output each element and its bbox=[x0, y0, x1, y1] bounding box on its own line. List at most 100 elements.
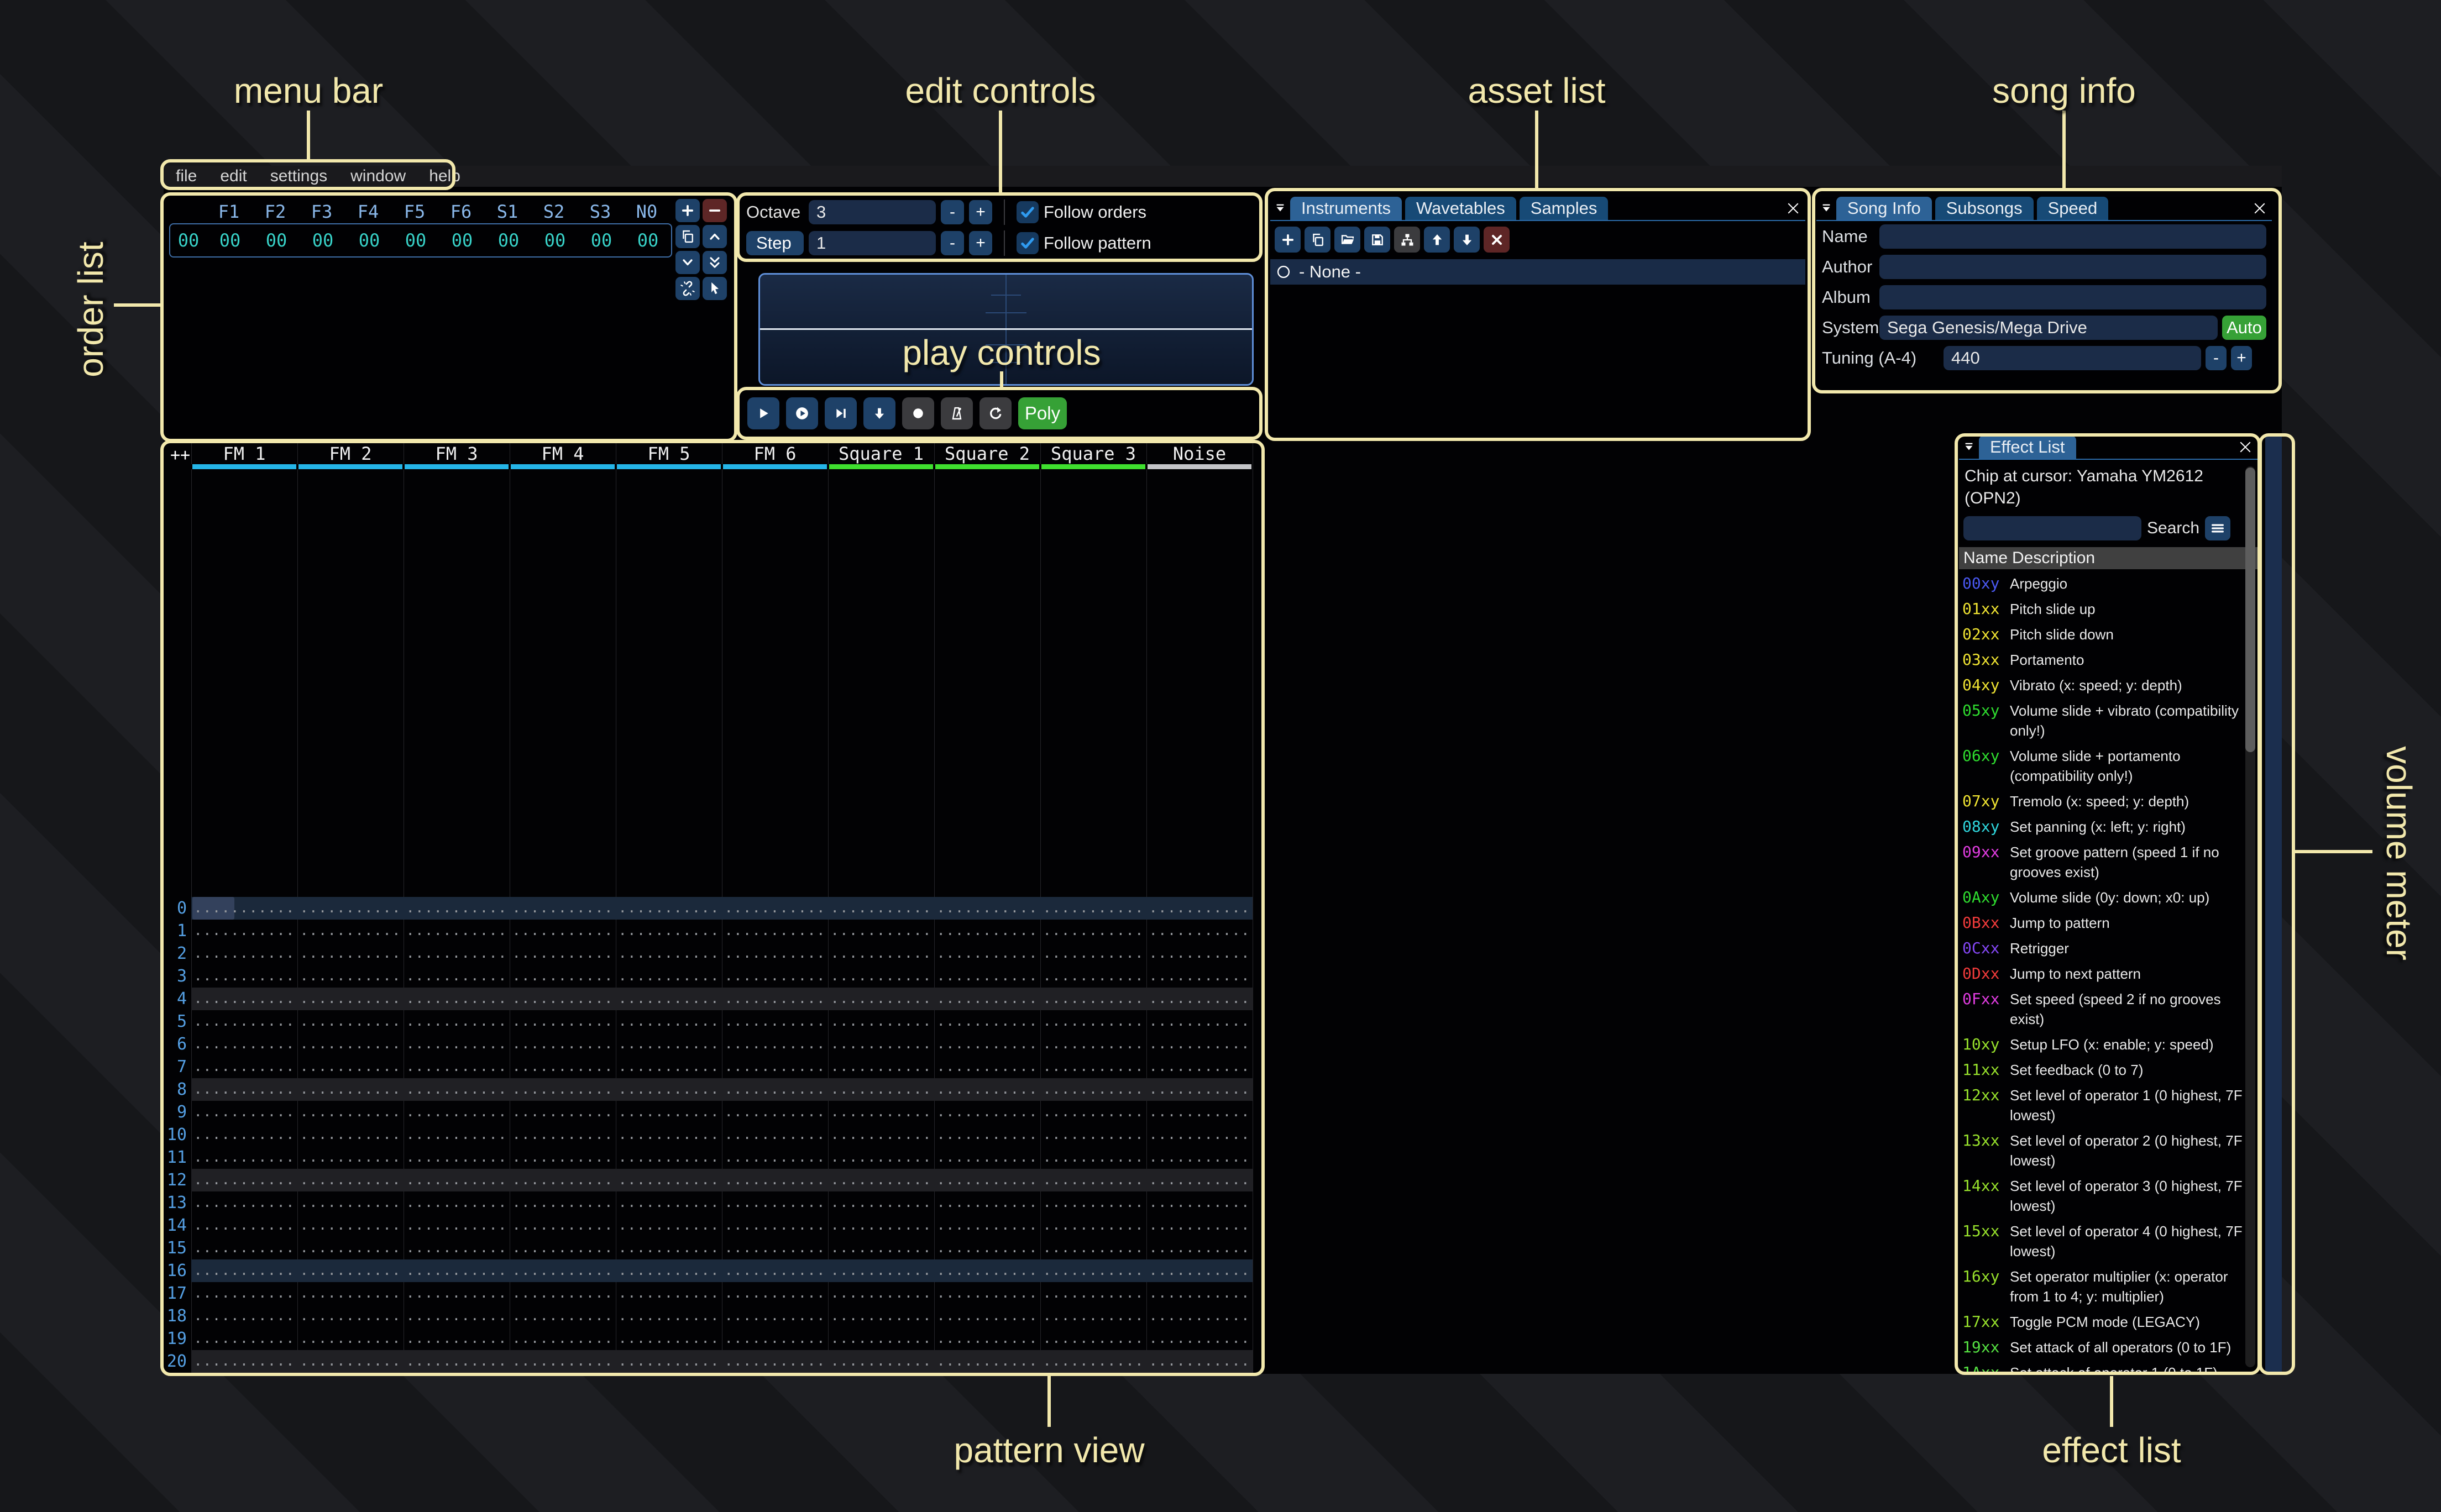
pattern-cell[interactable]: ........... bbox=[616, 1237, 722, 1259]
collapse-window-icon[interactable] bbox=[1270, 197, 1290, 220]
pattern-cell[interactable]: ........... bbox=[191, 1350, 297, 1373]
order-cell[interactable]: 00 bbox=[346, 230, 392, 251]
tab-song-info[interactable]: Song Info bbox=[1836, 197, 1932, 220]
pattern-row[interactable]: 9.......................................… bbox=[166, 1101, 1253, 1124]
pattern-cell[interactable]: ........... bbox=[1146, 1373, 1253, 1374]
pattern-cell[interactable]: ........... bbox=[722, 1350, 828, 1373]
pattern-cell[interactable]: ........... bbox=[828, 1124, 934, 1146]
octave-input[interactable]: 3 bbox=[809, 200, 936, 224]
pattern-cell[interactable]: ........... bbox=[828, 1327, 934, 1350]
add-asset-button[interactable] bbox=[1275, 227, 1301, 253]
pattern-cell[interactable]: ........... bbox=[191, 1327, 297, 1350]
pattern-cell[interactable]: ........... bbox=[1146, 1124, 1253, 1146]
pattern-cell[interactable]: ........... bbox=[191, 1033, 297, 1056]
order-cell[interactable]: 00 bbox=[485, 230, 532, 251]
pattern-cell[interactable]: ........... bbox=[191, 1078, 297, 1101]
octave-increase-button[interactable]: + bbox=[969, 200, 992, 224]
pattern-cell[interactable]: ........... bbox=[722, 1327, 828, 1350]
pattern-cell[interactable]: ........... bbox=[297, 1305, 404, 1327]
channel-header-fm-3[interactable]: FM 3 bbox=[404, 443, 510, 464]
collapse-window-icon[interactable] bbox=[1816, 197, 1836, 220]
pattern-cell[interactable]: ........... bbox=[934, 1056, 1040, 1078]
pattern-cell[interactable]: ........... bbox=[1146, 1282, 1253, 1305]
pattern-row[interactable]: 18......................................… bbox=[166, 1305, 1253, 1327]
tuning-input[interactable]: 440 bbox=[1944, 346, 2201, 370]
auto-system-button[interactable]: Auto bbox=[2222, 316, 2266, 340]
pattern-cell[interactable]: ........... bbox=[191, 1101, 297, 1124]
pattern-cell[interactable]: ........... bbox=[510, 965, 616, 988]
pattern-cell[interactable]: ........... bbox=[828, 1191, 934, 1214]
step-decrease-button[interactable]: - bbox=[941, 231, 964, 255]
tab-speed[interactable]: Speed bbox=[2037, 197, 2109, 220]
close-icon[interactable] bbox=[1781, 197, 1805, 220]
pattern-cell[interactable]: ........... bbox=[1146, 1327, 1253, 1350]
pattern-cell[interactable]: ........... bbox=[616, 1373, 722, 1374]
pattern-cell[interactable]: ........... bbox=[934, 920, 1040, 942]
pattern-row[interactable]: 12......................................… bbox=[166, 1169, 1253, 1191]
pattern-cell[interactable]: ........... bbox=[1146, 1010, 1253, 1033]
pattern-cell[interactable]: ........... bbox=[1146, 988, 1253, 1010]
pattern-cell[interactable]: ........... bbox=[828, 1056, 934, 1078]
pattern-cell[interactable]: ........... bbox=[934, 1259, 1040, 1282]
tab-wavetables[interactable]: Wavetables bbox=[1405, 197, 1516, 220]
pattern-cell[interactable]: ........... bbox=[297, 942, 404, 965]
pattern-cell[interactable]: ........... bbox=[404, 1124, 510, 1146]
repeat-pattern-button[interactable] bbox=[979, 397, 1012, 429]
move-asset-down-button[interactable] bbox=[1454, 227, 1480, 253]
pattern-cell[interactable]: ........... bbox=[1040, 1237, 1146, 1259]
pattern-cell[interactable]: ........... bbox=[1040, 1101, 1146, 1124]
pattern-cell[interactable]: ........... bbox=[297, 1259, 404, 1282]
pattern-cell[interactable]: ........... bbox=[616, 897, 722, 920]
follow-pattern-checkbox[interactable] bbox=[1017, 232, 1039, 254]
pattern-cell[interactable]: ........... bbox=[616, 1033, 722, 1056]
tab-instruments[interactable]: Instruments bbox=[1290, 197, 1402, 220]
channel-header-square-2[interactable]: Square 2 bbox=[934, 443, 1040, 464]
pattern-cell[interactable]: ........... bbox=[297, 1101, 404, 1124]
step-button[interactable]: Step bbox=[746, 231, 804, 255]
pattern-cell[interactable]: ........... bbox=[191, 1146, 297, 1169]
pattern-cell[interactable]: ........... bbox=[616, 1282, 722, 1305]
pattern-cell[interactable]: ........... bbox=[828, 1146, 934, 1169]
pattern-cell[interactable]: ........... bbox=[934, 1146, 1040, 1169]
pattern-row[interactable]: 4.......................................… bbox=[166, 988, 1253, 1010]
pattern-cell[interactable]: ........... bbox=[404, 1373, 510, 1374]
pattern-cell[interactable]: ........... bbox=[404, 1259, 510, 1282]
pattern-row[interactable]: 16......................................… bbox=[166, 1259, 1253, 1282]
pattern-cell[interactable]: ........... bbox=[934, 1169, 1040, 1191]
channel-header-square-1[interactable]: Square 1 bbox=[828, 443, 934, 464]
channel-header-square-3[interactable]: Square 3 bbox=[1040, 443, 1146, 464]
pattern-cell[interactable]: ........... bbox=[828, 1214, 934, 1237]
pattern-cell[interactable]: ........... bbox=[828, 1101, 934, 1124]
octave-decrease-button[interactable]: - bbox=[941, 200, 964, 224]
pattern-cell[interactable]: ........... bbox=[510, 1282, 616, 1305]
pattern-cell[interactable]: ........... bbox=[934, 1033, 1040, 1056]
pattern-cell[interactable]: ........... bbox=[510, 920, 616, 942]
pattern-cell[interactable]: ........... bbox=[934, 965, 1040, 988]
pattern-cell[interactable]: ........... bbox=[616, 1101, 722, 1124]
pattern-cell[interactable]: ........... bbox=[404, 1169, 510, 1191]
effect-search-input[interactable] bbox=[1963, 516, 2141, 540]
pattern-cell[interactable]: ........... bbox=[722, 965, 828, 988]
pattern-cell[interactable]: ........... bbox=[1040, 1078, 1146, 1101]
remove-order-button[interactable] bbox=[703, 199, 727, 222]
pattern-row[interactable]: 8.......................................… bbox=[166, 1078, 1253, 1101]
pattern-cell[interactable]: ........... bbox=[828, 1350, 934, 1373]
pattern-cell[interactable]: ........... bbox=[828, 1237, 934, 1259]
pattern-cell[interactable]: ........... bbox=[722, 1282, 828, 1305]
pattern-cell[interactable]: ........... bbox=[297, 1124, 404, 1146]
pattern-cell[interactable]: ........... bbox=[934, 897, 1040, 920]
pattern-cell[interactable]: ........... bbox=[297, 1373, 404, 1374]
order-cell[interactable]: 00 bbox=[207, 230, 253, 251]
pattern-cell[interactable]: ........... bbox=[1146, 1237, 1253, 1259]
pattern-cell[interactable]: ........... bbox=[297, 1282, 404, 1305]
save-asset-button[interactable] bbox=[1364, 227, 1390, 253]
pattern-cell[interactable]: ........... bbox=[1146, 965, 1253, 988]
pattern-cell[interactable]: ........... bbox=[510, 1259, 616, 1282]
pattern-cell[interactable]: ........... bbox=[191, 988, 297, 1010]
pattern-row[interactable]: 10......................................… bbox=[166, 1124, 1253, 1146]
scrollbar[interactable] bbox=[2245, 466, 2255, 1367]
pattern-cell[interactable]: ........... bbox=[934, 1191, 1040, 1214]
pattern-cell[interactable]: ........... bbox=[616, 1191, 722, 1214]
pattern-cell[interactable]: ........... bbox=[404, 1101, 510, 1124]
pattern-cell[interactable]: ........... bbox=[828, 1259, 934, 1282]
